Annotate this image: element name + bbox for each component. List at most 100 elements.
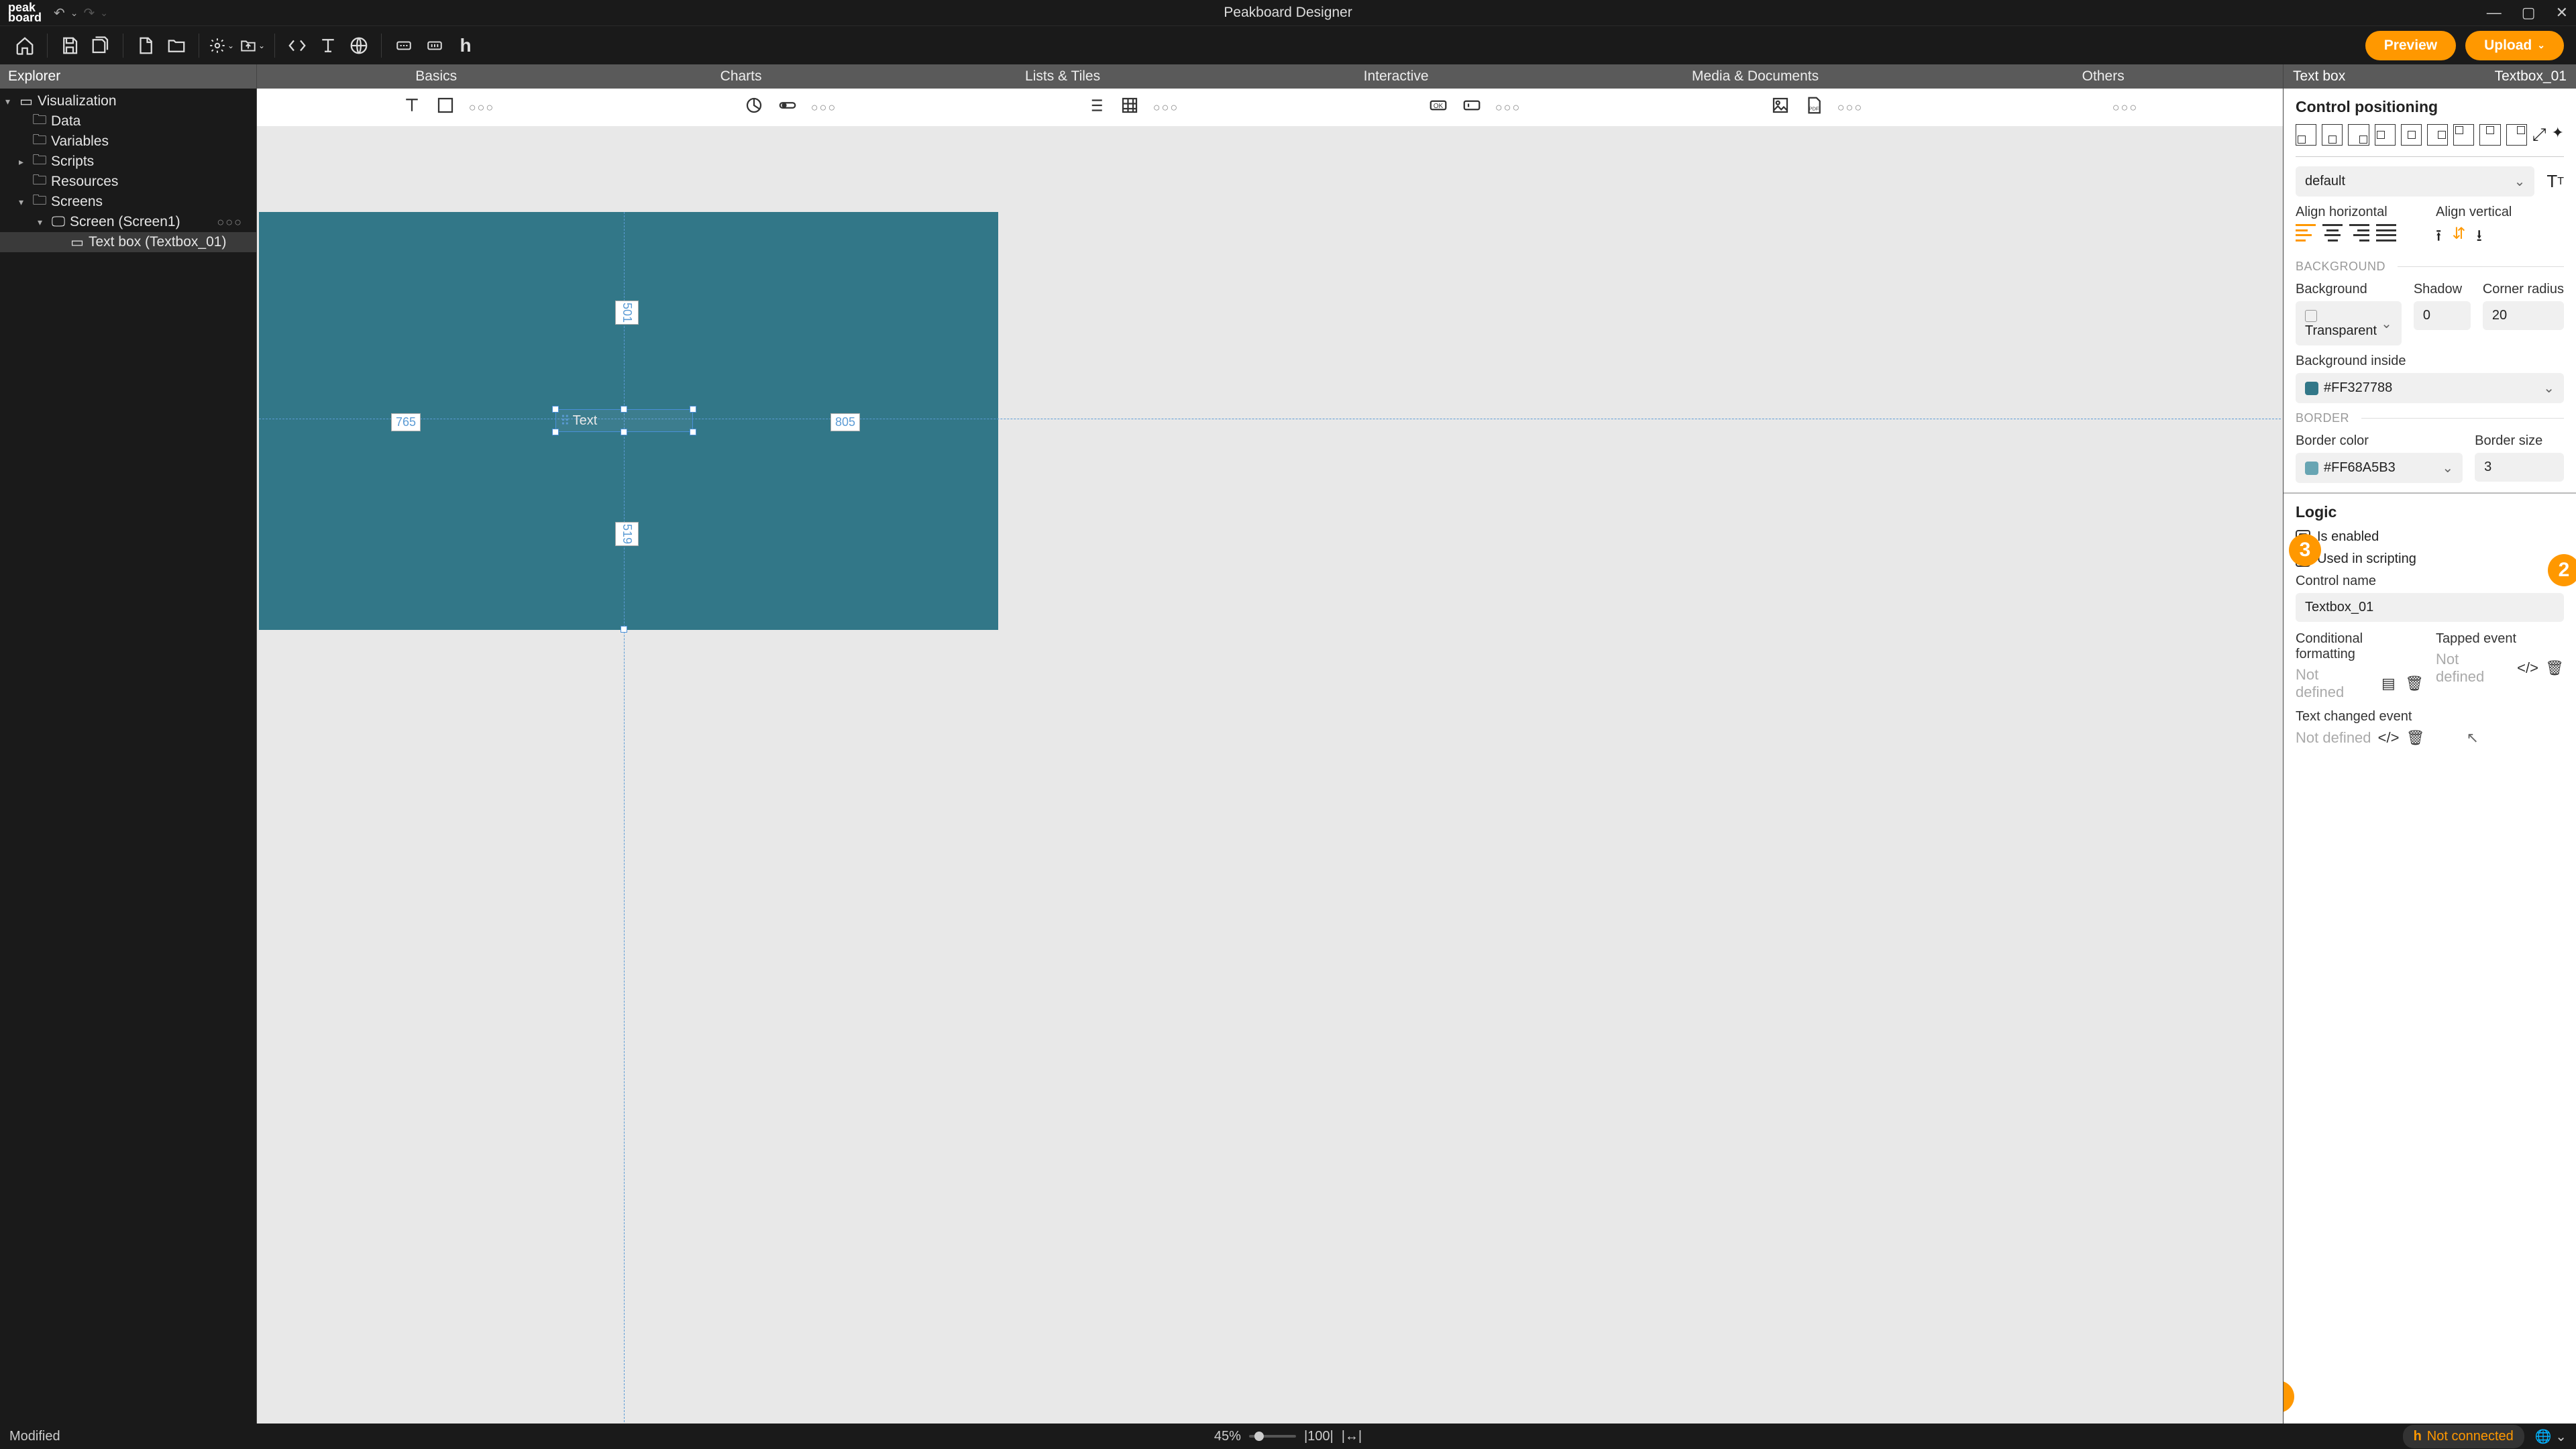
shadow-input[interactable]: 0: [2414, 301, 2471, 330]
valign-top[interactable]: ⭱: [2436, 224, 2441, 252]
scripting-checkbox[interactable]: Used in scripting: [2296, 551, 2564, 567]
pdf-icon[interactable]: PDF: [1804, 95, 1824, 119]
save-all-icon[interactable]: [88, 33, 113, 58]
pos-bl[interactable]: [2453, 124, 2474, 146]
image-icon[interactable]: [1770, 95, 1790, 119]
tree-variables[interactable]: 🗀Variables: [0, 131, 256, 152]
folder-icon: 🗀: [32, 174, 47, 189]
upload-button[interactable]: Upload ⌄: [2465, 31, 2564, 60]
valign-bottom[interactable]: ⭳: [2477, 224, 2482, 252]
trash-icon[interactable]: 🗑: [2545, 659, 2564, 678]
pos-tc[interactable]: [2322, 124, 2343, 146]
tab-charts[interactable]: Charts: [720, 68, 762, 85]
tree-screen1[interactable]: ▾🖵Screen (Screen1)○○○: [0, 212, 256, 232]
align-center[interactable]: [2322, 224, 2343, 241]
fit-screen-icon[interactable]: |↔|: [1342, 1429, 1362, 1444]
text-tool-icon[interactable]: [315, 33, 341, 58]
trash-icon[interactable]: 🗑: [2405, 674, 2424, 693]
align-right[interactable]: [2349, 224, 2369, 241]
border-color-select[interactable]: #FF68A5B3⌄: [2296, 453, 2463, 483]
badge1-icon[interactable]: [391, 33, 417, 58]
corner-input[interactable]: 20: [2483, 301, 2564, 330]
tree-textbox[interactable]: ▭Text box (Textbox_01): [0, 232, 256, 252]
zoom-slider[interactable]: [1249, 1435, 1296, 1438]
code-icon[interactable]: [284, 33, 310, 58]
expand-icon[interactable]: ⤢: [2532, 124, 2546, 146]
undo-dropdown-icon[interactable]: ⌄: [70, 7, 78, 19]
pos-bc[interactable]: [2479, 124, 2500, 146]
pos-mr[interactable]: [2427, 124, 2448, 146]
valign-middle[interactable]: ⇵: [2452, 224, 2465, 252]
tab-media[interactable]: Media & Documents: [1692, 68, 1819, 85]
gauge-icon[interactable]: [777, 95, 798, 119]
more-icon[interactable]: ○○○: [217, 215, 251, 229]
ok-button-icon[interactable]: OK: [1428, 95, 1448, 119]
more-icon[interactable]: ○○○: [469, 101, 495, 115]
text-icon[interactable]: [402, 95, 422, 119]
open-folder-icon[interactable]: [164, 33, 189, 58]
more-icon[interactable]: ○○○: [1153, 101, 1179, 115]
tree-screens[interactable]: ▾🗀Screens: [0, 192, 256, 212]
pos-ml[interactable]: [2375, 124, 2396, 146]
minimize-icon[interactable]: —: [2487, 4, 2502, 21]
border-size-input[interactable]: 3: [2475, 453, 2564, 482]
save-icon[interactable]: [57, 33, 83, 58]
code-icon[interactable]: </>: [2379, 729, 2398, 747]
badge2-icon[interactable]: [422, 33, 447, 58]
ribbon-tabs: Basics Charts Lists & Tiles Interactive …: [257, 64, 2283, 89]
close-icon[interactable]: ✕: [2556, 4, 2568, 21]
workspace[interactable]: ⠿Text 501 519 765 805: [257, 126, 2283, 1424]
settings-icon[interactable]: ⌄: [209, 33, 234, 58]
preview-button[interactable]: Preview: [2365, 31, 2456, 60]
section-logic: Logic: [2296, 503, 2564, 521]
pie-icon[interactable]: [744, 95, 764, 119]
tree-data[interactable]: 🗀Data: [0, 111, 256, 131]
redo-dropdown-icon[interactable]: ⌄: [100, 7, 108, 19]
grid-icon[interactable]: [1120, 95, 1140, 119]
pos-mc[interactable]: [2401, 124, 2422, 146]
tree-resources[interactable]: 🗀Resources: [0, 172, 256, 192]
list-icon[interactable]: [1086, 95, 1106, 119]
pos-tl[interactable]: [2296, 124, 2316, 146]
align-justify[interactable]: [2376, 224, 2396, 241]
undo-icon[interactable]: ↶: [54, 5, 65, 21]
tab-interactive[interactable]: Interactive: [1364, 68, 1429, 85]
code-icon[interactable]: </>: [2518, 659, 2537, 678]
fit-width-icon[interactable]: |100|: [1304, 1429, 1334, 1444]
pos-tr[interactable]: [2348, 124, 2369, 146]
bg-inside-select[interactable]: #FF327788⌄: [2296, 373, 2564, 403]
contract-icon[interactable]: ✦: [2552, 124, 2564, 146]
control-name-input[interactable]: Textbox_01: [2296, 593, 2564, 622]
connection-status[interactable]: hNot connected: [2403, 1425, 2524, 1448]
language-icon[interactable]: 🌐 ⌄: [2535, 1428, 2567, 1445]
tree-visualization[interactable]: ▾▭Visualization: [0, 91, 256, 111]
more-icon[interactable]: ○○○: [1495, 101, 1521, 115]
maximize-icon[interactable]: ▢: [2522, 4, 2536, 21]
new-file-icon[interactable]: [133, 33, 158, 58]
align-left[interactable]: [2296, 224, 2316, 241]
help-icon[interactable]: h: [453, 33, 478, 58]
rect-icon[interactable]: [435, 95, 455, 119]
home-icon[interactable]: [12, 33, 38, 58]
tab-basics[interactable]: Basics: [415, 68, 457, 85]
input-icon[interactable]: [1462, 95, 1482, 119]
enabled-checkbox[interactable]: Is enabled: [2296, 529, 2564, 545]
background-select[interactable]: Transparent⌄: [2296, 301, 2402, 345]
tab-others[interactable]: Others: [2082, 68, 2125, 85]
more-icon[interactable]: ○○○: [1837, 101, 1864, 115]
props-header: Text box Textbox_01: [2284, 64, 2576, 89]
deploy-icon[interactable]: ⌄: [239, 33, 265, 58]
trash-icon[interactable]: 🗑: [2406, 729, 2425, 747]
style-select[interactable]: default⌄: [2296, 166, 2534, 197]
pos-br[interactable]: [2506, 124, 2527, 146]
tab-lists[interactable]: Lists & Tiles: [1025, 68, 1100, 85]
cond-edit-icon[interactable]: ▤: [2380, 674, 2397, 693]
globe-icon[interactable]: [346, 33, 372, 58]
more-icon[interactable]: ○○○: [2112, 101, 2139, 115]
more-icon[interactable]: ○○○: [811, 101, 837, 115]
tree-scripts[interactable]: ▸🗀Scripts: [0, 152, 256, 172]
cursor-icon: ↖: [2467, 729, 2479, 747]
dim-top: 501: [615, 301, 639, 325]
text-style-icon[interactable]: TT: [2546, 166, 2564, 197]
redo-icon[interactable]: ↷: [84, 5, 95, 21]
